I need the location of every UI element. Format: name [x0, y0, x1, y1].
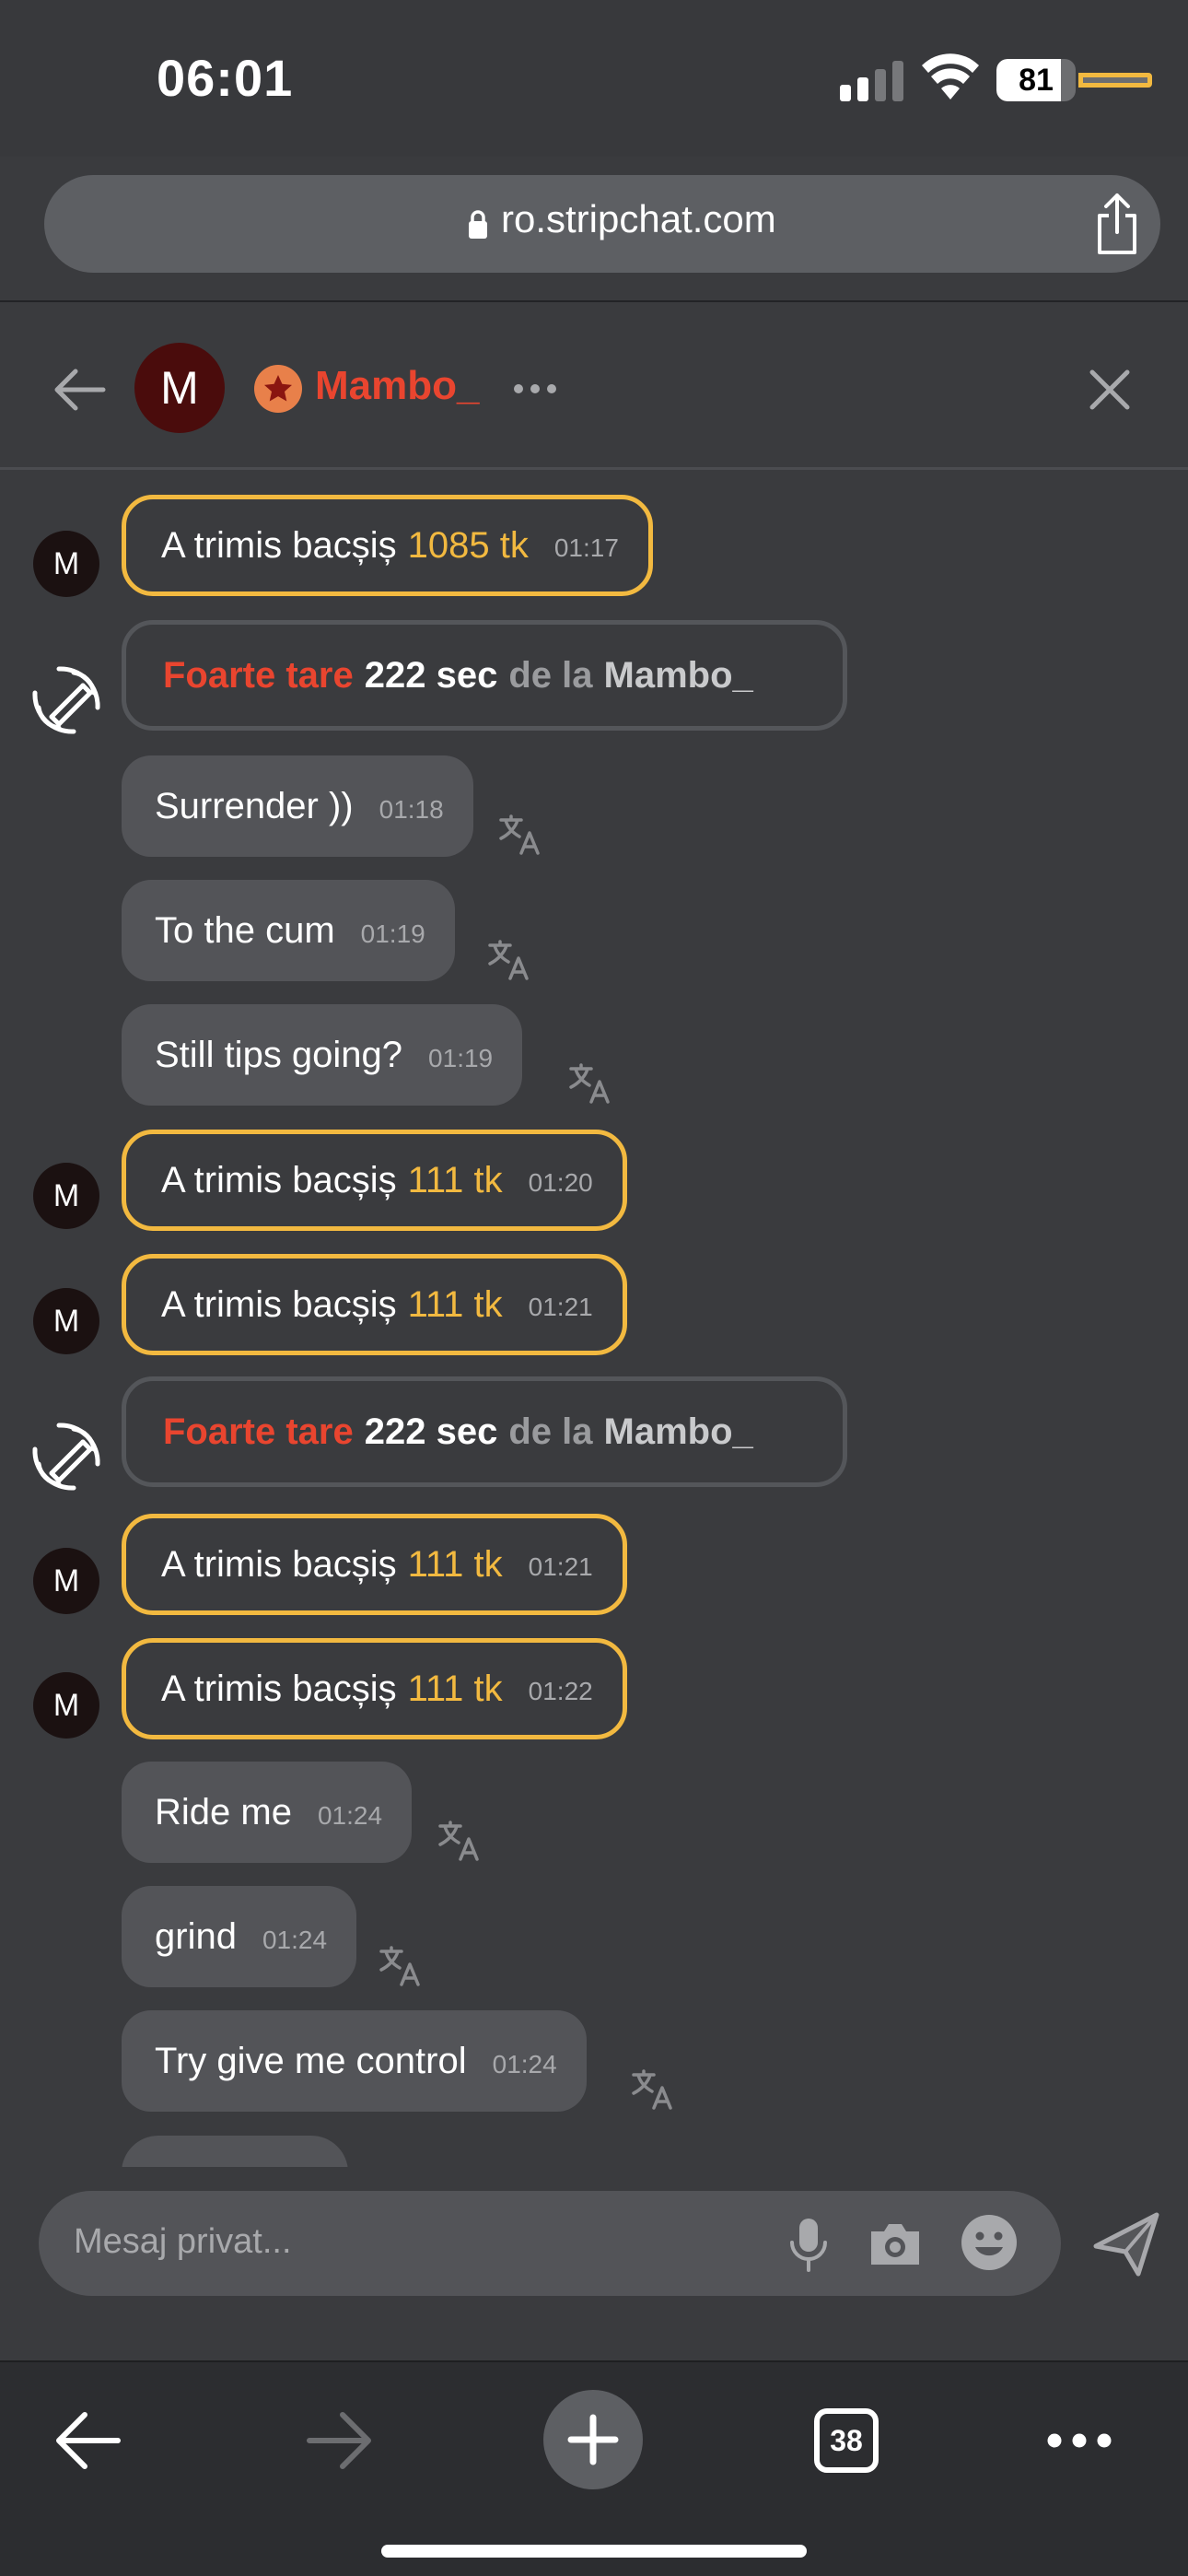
vibration-icon — [32, 666, 100, 734]
tip-text: A trimis bacșiș — [161, 1159, 397, 1200]
translate-icon[interactable] — [437, 1819, 481, 1863]
tip-message: A trimis bacșiș 111 tk 01:20 — [122, 1130, 627, 1231]
translate-icon[interactable] — [630, 2067, 674, 2112]
new-tab-button[interactable] — [543, 2390, 643, 2489]
message-time: 01:24 — [492, 2050, 557, 2078]
vibe-from-label: de la — [508, 654, 593, 696]
close-icon[interactable] — [1087, 367, 1133, 413]
chat-bubble: Try give me control 01:24 — [122, 2010, 587, 2112]
chat-bubble: Ride me 01:24 — [122, 1762, 413, 1863]
avatar: M — [33, 1288, 99, 1354]
avatar: M — [33, 531, 99, 597]
message-time: 01:21 — [528, 1552, 593, 1581]
battery-percentage: 81 — [1019, 63, 1054, 98]
send-icon[interactable] — [1092, 2209, 1160, 2277]
tip-message: A trimis bacșiș 111 tk 01:21 — [122, 1514, 627, 1615]
vibe-from: Mambo_ — [603, 654, 753, 696]
back-arrow-icon[interactable] — [52, 367, 107, 413]
chat-bubble: To the cum 01:19 — [122, 880, 455, 981]
chat-bubble: grind 01:24 — [122, 1886, 357, 1987]
vibe-level: Foarte tare — [163, 1411, 354, 1452]
address-bar[interactable]: ro.stripchat.com — [44, 175, 1160, 273]
translate-icon[interactable] — [497, 813, 542, 857]
status-time: 06:01 — [157, 49, 294, 107]
vibration-icon — [32, 1423, 100, 1491]
tip-message: A trimis bacșiș 1085 tk 01:17 — [122, 495, 653, 596]
vibration-notice: Foarte tare 222 sec de la Mambo_ — [122, 1376, 847, 1487]
message-text: Try give me control — [155, 2040, 467, 2081]
message-text: grind — [155, 1915, 237, 1957]
message-time: 01:20 — [528, 1168, 593, 1197]
camera-icon[interactable] — [868, 2219, 923, 2268]
private-message-input[interactable]: Mesaj privat... — [39, 2191, 1061, 2296]
forward-arrow-icon — [307, 2412, 371, 2469]
chat-header: M Mambo_ — [0, 302, 1188, 470]
mic-icon[interactable] — [785, 2217, 833, 2272]
message-time: 01:19 — [428, 1044, 494, 1072]
message-time: 01:17 — [553, 533, 619, 562]
vibe-level: Foarte tare — [163, 654, 354, 696]
more-dots-icon[interactable] — [512, 381, 558, 396]
vibe-from-label: de la — [508, 1411, 593, 1452]
vibe-from: Mambo_ — [603, 1411, 753, 1452]
input-placeholder: Mesaj privat... — [74, 2222, 292, 2261]
more-dots-icon[interactable] — [1046, 2432, 1112, 2449]
vibe-duration: 222 sec — [364, 1411, 498, 1452]
message-text: Ride me — [155, 1791, 292, 1832]
chat-bubble: Surrender )) 01:18 — [122, 755, 473, 857]
back-arrow-icon[interactable] — [53, 2410, 122, 2471]
vibe-duration: 222 sec — [364, 654, 498, 696]
translate-icon[interactable] — [567, 1061, 611, 1106]
home-indicator — [381, 2545, 807, 2558]
plus-icon — [567, 2414, 619, 2465]
star-icon — [254, 365, 302, 413]
emoji-icon[interactable] — [960, 2213, 1019, 2272]
message-time: 01:21 — [528, 1293, 593, 1321]
tip-amount: 111 tk — [407, 1668, 503, 1709]
status-bar: 06:01 81 — [0, 0, 1188, 157]
battery-indicator: 81 — [996, 59, 1152, 101]
translate-icon[interactable] — [486, 938, 530, 982]
translate-icon[interactable] — [378, 1944, 422, 1988]
signal-icon — [840, 61, 903, 101]
tip-text: A trimis bacșiș — [161, 1543, 397, 1585]
tip-amount: 111 tk — [407, 1159, 503, 1200]
message-time: 01:22 — [528, 1677, 593, 1705]
message-time: 01:24 — [317, 1801, 383, 1830]
message-time: 01:19 — [360, 919, 425, 948]
avatar: M — [33, 1163, 99, 1229]
tip-amount: 1085 tk — [407, 524, 529, 566]
tip-text: A trimis bacșiș — [161, 524, 397, 566]
url-text: ro.stripchat.com — [501, 197, 776, 240]
avatar: M — [33, 1672, 99, 1739]
tip-text: A trimis bacșiș — [161, 1668, 397, 1709]
avatar: M — [33, 1548, 99, 1614]
screen: 06:01 81 ro.stripchat.com M Mambo_ M A t… — [0, 0, 1188, 2576]
message-time: 01:18 — [379, 795, 444, 824]
tip-message: A trimis bacșiș 111 tk 01:22 — [122, 1638, 627, 1739]
wifi-icon — [922, 53, 979, 100]
message-composer: Mesaj privat... — [0, 2167, 1188, 2360]
vibration-notice: Foarte tare 222 sec de la Mambo_ — [122, 620, 847, 731]
tabs-count-button[interactable]: 38 — [814, 2408, 879, 2473]
lock-icon — [469, 210, 487, 239]
chat-bubble: Still tips going? 01:19 — [122, 1004, 523, 1106]
chat-username[interactable]: Mambo_ — [315, 363, 479, 409]
message-text: To the cum — [155, 909, 335, 951]
tip-message: A trimis bacșiș 111 tk 01:21 — [122, 1254, 627, 1355]
message-text: Surrender )) — [155, 785, 354, 826]
tip-amount: 111 tk — [407, 1283, 503, 1325]
share-icon[interactable] — [1092, 192, 1142, 256]
message-time: 01:24 — [262, 1926, 328, 1954]
browser-toolbar: 38 — [0, 2360, 1188, 2576]
message-text: Still tips going? — [155, 1034, 403, 1075]
tip-amount: 111 tk — [407, 1543, 503, 1585]
tip-text: A trimis bacșiș — [161, 1283, 397, 1325]
avatar[interactable]: M — [134, 343, 225, 433]
